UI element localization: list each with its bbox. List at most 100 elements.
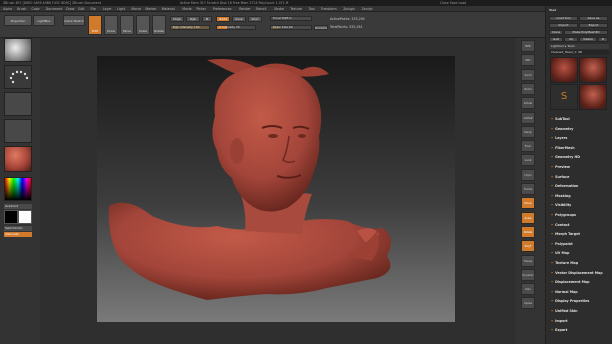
menu-item-material[interactable]: Material: [162, 7, 175, 11]
menu-item-tool[interactable]: Tool: [309, 7, 315, 11]
m-button[interactable]: M: [202, 16, 212, 22]
tool-subpalette-normal-map[interactable]: Normal Map: [549, 289, 609, 295]
export-button[interactable]: Export: [579, 23, 608, 28]
move-button[interactable]: Move: [120, 15, 134, 35]
tool-subpalette-polygroups[interactable]: Polygroups: [549, 212, 609, 218]
tool-subpalette-deformation[interactable]: Deformation: [549, 183, 609, 189]
z-intensity-slider[interactable]: Z Intensity 25: [216, 25, 256, 30]
focal-shift-slider[interactable]: Focal Shift 0: [270, 16, 312, 21]
menu-item-texture[interactable]: Texture: [290, 7, 302, 11]
menu-item-light[interactable]: Light: [117, 7, 125, 11]
tool-subpalette-vector-displacement-map[interactable]: Vector Displacement Map: [549, 270, 609, 276]
lightbox-button[interactable]: LightBox: [33, 15, 55, 26]
draw-button[interactable]: Draw: [104, 15, 118, 35]
menu-item-edit[interactable]: Edit: [78, 7, 84, 11]
menu-item-layer[interactable]: Layer: [103, 7, 112, 11]
gradient-label[interactable]: Gradient: [4, 204, 32, 209]
menu-item-document[interactable]: Document: [46, 7, 63, 11]
document-canvas[interactable]: [97, 56, 455, 322]
right-shelf-actual-button[interactable]: Actual: [521, 97, 535, 110]
right-shelf-polyf-button[interactable]: PolyF: [521, 240, 535, 253]
tool-subpalette-subtool[interactable]: SubTool: [549, 116, 609, 122]
tool-subpalette-surface[interactable]: Surface: [549, 174, 609, 180]
menu-item-picker[interactable]: Picker: [196, 7, 206, 11]
tool-thumbnail-4[interactable]: [579, 84, 607, 110]
tool-subpalette-uv-map[interactable]: UV Map: [549, 250, 609, 256]
right-shelf-rotate-button[interactable]: Rotate: [521, 225, 535, 238]
rgb-button[interactable]: Rgb: [186, 16, 200, 22]
scale-button[interactable]: Scale: [136, 15, 150, 35]
tool-subpalette-contact[interactable]: Contact: [549, 222, 609, 228]
all-button[interactable]: All: [564, 37, 578, 42]
tool-header[interactable]: Tool: [549, 8, 609, 13]
tool-subpalette-visibility[interactable]: Visibility: [549, 202, 609, 208]
menu-item-color[interactable]: Color: [32, 7, 40, 11]
right-shelf-lsym-button[interactable]: LSym: [521, 168, 535, 181]
right-shelf-spix-button[interactable]: SPix: [521, 54, 535, 67]
menu-item-movie[interactable]: Movie: [182, 7, 191, 11]
right-shelf-scroll-button[interactable]: Scroll: [521, 68, 535, 81]
menu-item-alpha[interactable]: Alpha: [3, 7, 12, 11]
menu-item-marker[interactable]: Marker: [146, 7, 157, 11]
visible-button[interactable]: Visible: [579, 37, 597, 42]
quick-sketch-button[interactable]: Quick Sketch: [63, 15, 85, 26]
right-shelf-scale-button[interactable]: Scale: [521, 211, 535, 224]
active-tool-thumbnail[interactable]: [550, 57, 578, 83]
tool-subpalette-polypaint[interactable]: Polypaint: [549, 241, 609, 247]
right-shelf-frame-button[interactable]: Frame: [521, 183, 535, 195]
tool-subpalette-import[interactable]: Import: [549, 318, 609, 324]
tool-subpalette-unified-skin[interactable]: Unified Skin: [549, 308, 609, 314]
alternate-button[interactable]: Alternate: [4, 232, 32, 237]
rotate-button[interactable]: Rotate: [152, 15, 166, 35]
tool-subpalette-fibermesh[interactable]: FiberMesh: [549, 145, 609, 151]
right-shelf-floor-button[interactable]: Floor: [521, 140, 535, 153]
right-shelf-aahalf-button[interactable]: AAHalf: [521, 111, 535, 124]
right-shelf-xpose-button[interactable]: Xpose: [521, 297, 535, 310]
right-shelf-zoom-button[interactable]: Zoom: [521, 82, 535, 95]
tool-subpalette-geometry[interactable]: Geometry: [549, 126, 609, 132]
rgb-intensity-slider[interactable]: Rgb Intensity 100: [170, 25, 210, 30]
menu-item-draw[interactable]: Draw: [66, 7, 74, 11]
dynamic-button[interactable]: Dynamic: [314, 25, 328, 30]
right-shelf-solo-button[interactable]: Solo: [521, 283, 535, 296]
menu-item-brush[interactable]: Brush: [17, 7, 26, 11]
right-shelf-transp-button[interactable]: Transp: [521, 254, 535, 267]
edit-button[interactable]: Edit: [88, 15, 102, 35]
tool-subpalette-texture-map[interactable]: Texture Map: [549, 260, 609, 266]
tool-subpalette-geometry-hd[interactable]: Geometry HD: [549, 154, 609, 160]
stroke-thumbnail[interactable]: [4, 65, 32, 89]
secondary-color-swatch[interactable]: [4, 210, 18, 224]
alpha-thumbnail[interactable]: [4, 92, 32, 116]
window-controls[interactable]: Close Save Load: [440, 1, 466, 5]
menu-item-stencil[interactable]: Stencil: [256, 7, 267, 11]
color-picker[interactable]: [4, 177, 32, 201]
make-polymesh-button[interactable]: Make PolyMesh3D: [564, 30, 608, 35]
save-as-button[interactable]: Save As: [579, 16, 608, 21]
menu-item-render[interactable]: Render: [239, 7, 250, 11]
zadd-button[interactable]: Zadd: [216, 16, 230, 22]
right-shelf-bpr-button[interactable]: BPR: [521, 40, 535, 52]
tool-subpalette-export[interactable]: Export: [549, 327, 609, 333]
texture-thumbnail[interactable]: [4, 119, 32, 143]
menu-item-file[interactable]: File: [91, 7, 96, 11]
tool-subpalette-morph-target[interactable]: Morph Target: [549, 231, 609, 237]
zsub-button[interactable]: Zsub: [232, 16, 246, 22]
menu-item-stroke[interactable]: Stroke: [274, 7, 284, 11]
tool-subpalette-layers[interactable]: Layers: [549, 135, 609, 141]
clone-button[interactable]: Clone: [549, 30, 563, 35]
load-tool-button[interactable]: Load Tool: [549, 16, 578, 21]
menu-item-transform[interactable]: Transform: [321, 7, 337, 11]
switch-color-button[interactable]: SwitchColor: [4, 226, 32, 231]
tool-subpalette-displacement-map[interactable]: Displacement Map: [549, 279, 609, 285]
tool-subpalette-masking[interactable]: Masking: [549, 193, 609, 199]
polymesh-tool-thumbnail[interactable]: S: [550, 84, 578, 110]
lightbox-tools-link[interactable]: Lightbox ▸ Tools: [549, 44, 609, 49]
material-thumbnail[interactable]: [4, 146, 32, 172]
menu-item-macro[interactable]: Macro: [131, 7, 141, 11]
import-button[interactable]: Import: [549, 23, 578, 28]
right-shelf-persp-button[interactable]: Persp: [521, 125, 535, 138]
right-shelf-local-button[interactable]: Local: [521, 154, 535, 167]
tool-subpalette-preview[interactable]: Preview: [549, 164, 609, 170]
tool-subpalette-display-properties[interactable]: Display Properties: [549, 298, 609, 304]
projection-master-button[interactable]: Projection Master: [4, 15, 32, 26]
